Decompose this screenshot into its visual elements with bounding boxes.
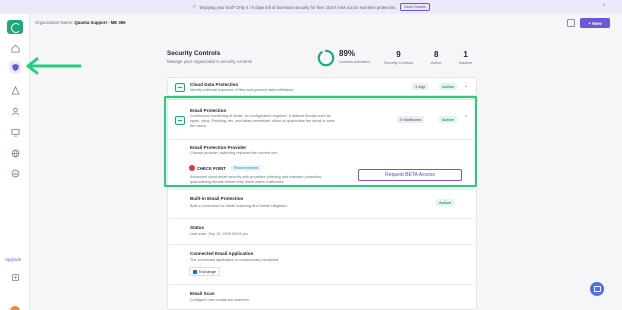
connected-desc: The connected application is continuousl… xyxy=(190,258,280,262)
last-scan-text: Last scan: Sep 15, 2025 09:54 pm xyxy=(190,232,248,236)
org-name: Organization Name: Quanta Support - ME 3… xyxy=(35,20,126,25)
stat-security-controls: 9 Security Controls xyxy=(384,50,413,65)
activation-label: Controls Activated xyxy=(339,60,370,64)
connected-title: Connected Email Application xyxy=(190,251,254,256)
progress-ring xyxy=(317,49,335,67)
page-subtitle: Manage your organization's security cont… xyxy=(167,59,252,64)
cloud-data-protection-card[interactable]: Cloud Data Protection Identify external … xyxy=(167,77,477,96)
home-icon[interactable] xyxy=(9,42,21,54)
exchange-label: Exchange xyxy=(199,269,216,274)
builtin-desc: Built-in protection for email scanning a… xyxy=(190,204,288,208)
page-title: Security Controls xyxy=(167,50,221,57)
new-button[interactable]: + New xyxy=(580,18,610,28)
email-scan-title: Email Scan xyxy=(190,291,215,296)
upgrade-link[interactable]: Upgrade xyxy=(5,257,21,262)
pointer-arrow-icon xyxy=(26,57,82,75)
alert-icon[interactable] xyxy=(9,84,21,96)
globe-icon[interactable] xyxy=(9,147,21,159)
avatar[interactable]: Q xyxy=(10,306,20,310)
divider xyxy=(170,218,474,219)
status-badge: Active xyxy=(436,199,455,207)
app-count-badge: 1 App xyxy=(412,83,429,91)
stat-inactive: 1 Inactive xyxy=(459,50,473,65)
layers-icon[interactable] xyxy=(9,167,21,179)
builtin-title: Built-in Email Protection xyxy=(190,196,244,201)
activation-percent: 89% xyxy=(339,49,356,58)
cloud-icon xyxy=(175,83,185,92)
chevron-down-icon[interactable]: ⌄ xyxy=(464,83,468,89)
exchange-icon xyxy=(193,269,197,274)
email-scan-desc: Configure new emails are scanned. xyxy=(190,298,250,302)
more-details-button[interactable]: More Details xyxy=(400,3,430,11)
monitor-icon[interactable] xyxy=(9,126,21,138)
card-desc: Identify external exposure of files and … xyxy=(190,88,295,92)
highlight-box xyxy=(164,96,477,187)
check-icon: ✓ xyxy=(192,4,197,10)
logo[interactable] xyxy=(7,20,23,34)
chat-icon[interactable] xyxy=(590,282,604,296)
clipboard-icon[interactable] xyxy=(567,19,575,27)
banner-message: Enjoying your trial? Only 4 / 5 days lef… xyxy=(199,4,397,10)
exchange-chip[interactable]: Exchange xyxy=(189,267,220,276)
status-badge: Active xyxy=(439,83,458,91)
card-title: Cloud Data Protection xyxy=(190,82,239,87)
status-title: Status xyxy=(190,225,205,230)
help-icon[interactable] xyxy=(9,271,21,283)
divider xyxy=(170,244,474,245)
stat-active: 8 Active xyxy=(431,50,442,65)
close-icon[interactable]: × xyxy=(602,3,606,9)
divider xyxy=(170,284,474,285)
user-icon[interactable] xyxy=(9,105,21,117)
shield-icon[interactable] xyxy=(9,61,21,73)
divider xyxy=(170,189,474,190)
trial-banner: ✓ Enjoying your trial? Only 4 / 5 days l… xyxy=(0,0,622,14)
